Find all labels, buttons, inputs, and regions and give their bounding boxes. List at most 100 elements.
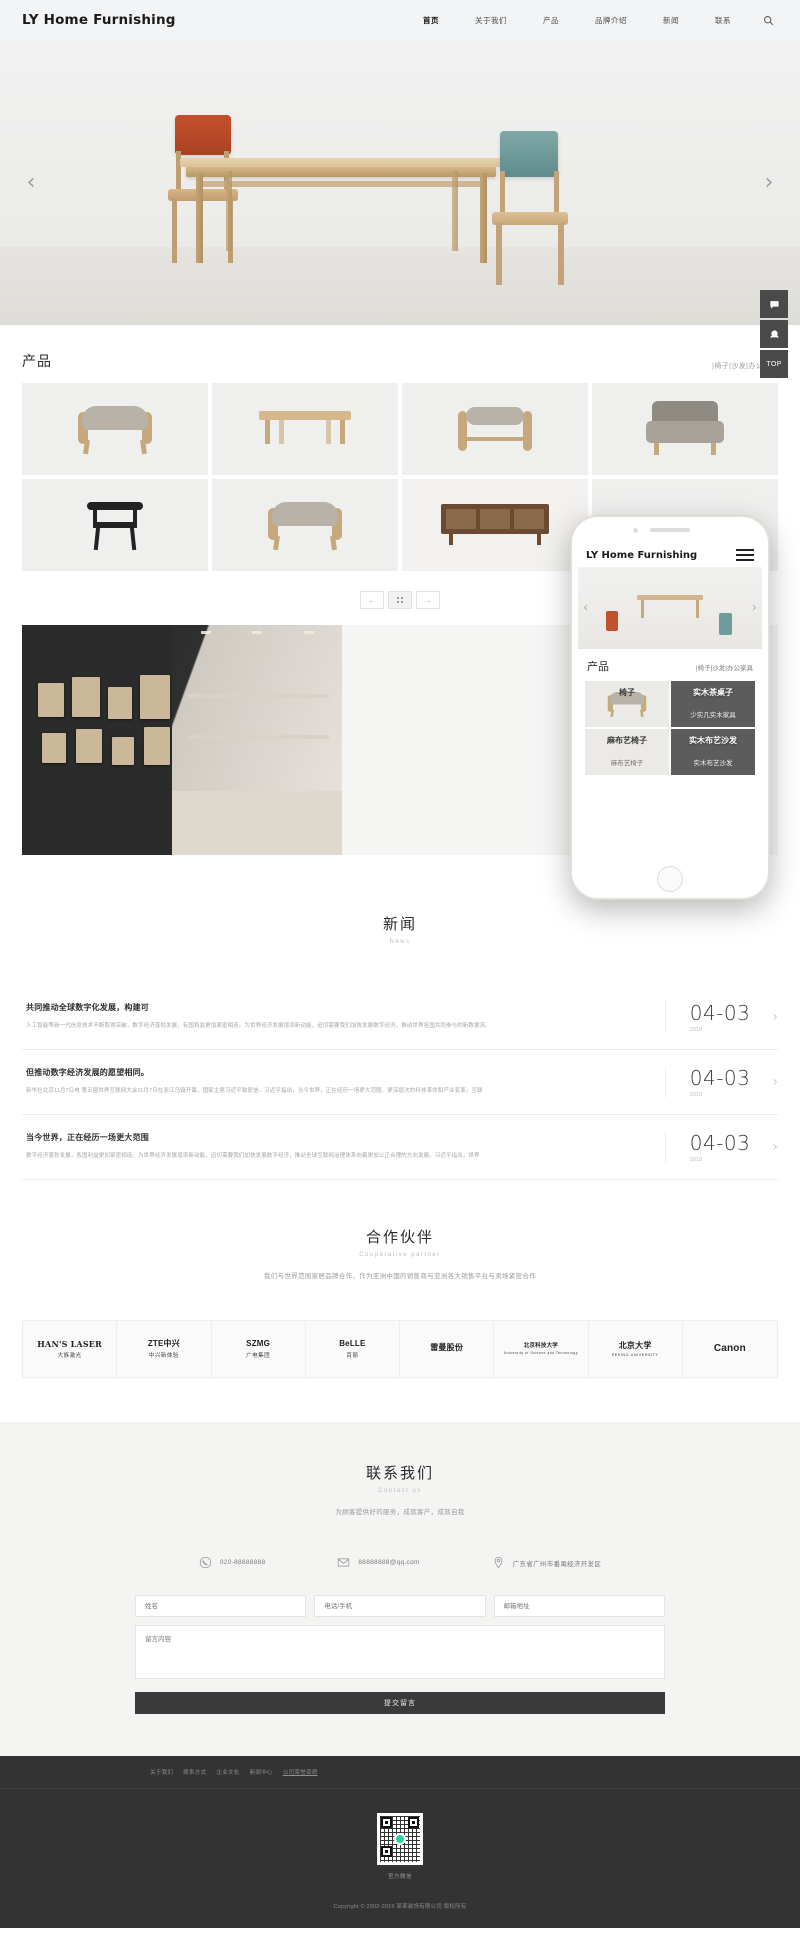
- news-item-year: 2019: [689, 1092, 703, 1098]
- news-item-date: 04-03 2019: [690, 1066, 751, 1098]
- showroom-photo[interactable]: [22, 625, 342, 855]
- back-to-top-button[interactable]: TOP: [760, 350, 788, 378]
- news-item-day: 04-03: [689, 1131, 751, 1155]
- contact-address[interactable]: 广东省广州市番禺经济开发区: [492, 1556, 601, 1569]
- partner-logo-leiman[interactable]: 雷曼股份: [400, 1321, 495, 1377]
- news-item-title[interactable]: 但推动数字经济发展的愿望相同。: [26, 1067, 649, 1078]
- nav-item-about[interactable]: 关于我们: [457, 15, 525, 26]
- news-item-date: 04-03 2019: [690, 1131, 751, 1163]
- partner-logo-belle[interactable]: BeLLE 百丽: [306, 1321, 400, 1377]
- product-card-ottoman-bench-beige[interactable]: [22, 383, 208, 475]
- phone-product-label-4: 实木布艺沙发: [689, 736, 737, 745]
- partner-sub: PEKING UNIVERSITY: [611, 1353, 659, 1357]
- phone-product-card-4[interactable]: 实木布艺沙发 实木布艺沙发: [671, 729, 755, 775]
- footer-link-news[interactable]: 新闻中心: [250, 1768, 273, 1776]
- partners-subtitle: Cooperative partner: [359, 1252, 441, 1258]
- page-root: LY Home Furnishing 首页 关于我们 产品 品牌介绍 新闻 联系: [0, 0, 800, 1928]
- products-title: 产品: [22, 353, 52, 369]
- news-list-item[interactable]: 但推动数字经济发展的愿望相同。 新华社北京11月7日电 第五届世界互联网大会11…: [22, 1050, 778, 1115]
- news-item-desc: 数字经济蓬勃发展，各国利益更加紧密相连。为世界经济发展增添新动能，迫切需要我们加…: [26, 1153, 480, 1160]
- partner-logo-hans-laser[interactable]: HAN'S LASER 大族激光: [23, 1321, 118, 1377]
- partner-name: BeLLE: [339, 1339, 366, 1348]
- phone-field[interactable]: [314, 1595, 486, 1617]
- phone-brand[interactable]: LY Home Furnishing: [586, 550, 697, 561]
- partner-logo-peking-university[interactable]: 北京大学 PEKING UNIVERSITY: [589, 1321, 683, 1377]
- phone-product-label-1: 椅子: [619, 688, 635, 697]
- news-list-item[interactable]: 当今世界，正在经历一场更大范围 数字经济蓬勃发展，各国利益更加紧密相连。为世界经…: [22, 1115, 778, 1180]
- nav-item-contact[interactable]: 联系: [697, 15, 749, 26]
- partner-sub: 百丽: [346, 1353, 359, 1359]
- news-item-meta: 04-03 2019 ›: [664, 1001, 778, 1033]
- contact-phone-text: 020-88888888: [219, 1559, 266, 1566]
- name-field[interactable]: [135, 1595, 307, 1617]
- news-item-meta: 04-03 2019 ›: [664, 1066, 778, 1098]
- chevron-right-icon[interactable]: ›: [772, 1139, 778, 1155]
- news-item-title[interactable]: 当今世界，正在经历一场更大范围: [26, 1132, 649, 1143]
- phone-product-card-3[interactable]: 麻布艺椅子 麻布艺椅子: [585, 729, 669, 775]
- product-card-fabric-armchair-grey[interactable]: [592, 383, 778, 475]
- nav-item-brand[interactable]: 品牌介绍: [577, 15, 645, 26]
- news-list-item[interactable]: 共同推动全球数字化发展，构建可 人工智能等新一代信息技术不断取得突破，数字经济蓬…: [22, 985, 778, 1050]
- showroom-section: 品牌源于日本东京涩谷，被大 牌，以设计简约、实用耐 牌项目上，对家具体素的定位 …: [0, 515, 800, 900]
- partner-logo-canon[interactable]: Canon: [683, 1321, 777, 1377]
- fabric-armchair-grey-icon: [646, 401, 724, 457]
- qq-icon[interactable]: [760, 320, 788, 348]
- phone-products-filters[interactable]: |椅子|沙发|办公家具: [696, 662, 753, 672]
- footer-link-culture[interactable]: 企业文化: [216, 1768, 239, 1776]
- chevron-right-icon[interactable]: ›: [772, 1009, 778, 1025]
- product-card-black-dining-chair[interactable]: [22, 479, 208, 571]
- nav-item-products[interactable]: 产品: [525, 15, 577, 26]
- phone-hero-banner: ‹ ›: [578, 567, 762, 649]
- news-item-title[interactable]: 共同推动全球数字化发展，构建可: [26, 1002, 649, 1013]
- products-prev-button[interactable]: ←: [360, 591, 384, 609]
- product-card-wooden-coffee-table[interactable]: [212, 383, 398, 475]
- showroom-house-7: [112, 737, 134, 765]
- footer-link-about[interactable]: 关于我们: [150, 1768, 173, 1776]
- nav-item-home[interactable]: 首页: [405, 15, 457, 26]
- phone-home-button[interactable]: [657, 866, 683, 892]
- partner-sub: 大族激光: [57, 1353, 82, 1359]
- products-header: 产品 |椅子|沙发|办公家具: [22, 325, 778, 383]
- partner-logo-szmg[interactable]: SZMG 广电集团: [212, 1321, 306, 1377]
- partner-logo-zte[interactable]: ZTE中兴 中兴新体验: [117, 1321, 212, 1377]
- email-field[interactable]: [493, 1595, 665, 1617]
- contact-info-row: 020-88888888 88888888@qq.com 广东省广州市番禺经济开…: [22, 1556, 778, 1569]
- hamburger-menu-icon[interactable]: [736, 549, 754, 561]
- message-field[interactable]: [135, 1625, 665, 1679]
- phone-product-card-2[interactable]: 实木茶桌子 少实几实木家具: [671, 681, 755, 727]
- message-icon[interactable]: [760, 290, 788, 318]
- wooden-coffee-table-icon: [259, 411, 351, 447]
- hero-orange-chair-back: [175, 115, 231, 155]
- nav-item-news[interactable]: 新闻: [645, 15, 697, 26]
- phone-products-title: 产品: [587, 661, 609, 673]
- phone-hero-next-arrow[interactable]: ›: [752, 601, 757, 616]
- hero-next-arrow[interactable]: ›: [756, 170, 782, 196]
- hero-teal-chair-seat: [492, 212, 568, 225]
- partner-logo-ustb[interactable]: 北京科技大学 University of Science and Technol…: [494, 1321, 589, 1377]
- news-item-year: 2019: [689, 1027, 703, 1033]
- hero-prev-arrow[interactable]: ‹: [18, 170, 44, 196]
- contact-email[interactable]: 88888888@qq.com: [337, 1556, 419, 1569]
- partner-name: SZMG: [246, 1339, 271, 1348]
- phone-screen: LY Home Furnishing ‹ › 产品 |椅子|沙发|办公家具 椅子…: [578, 542, 762, 865]
- news-item-day: 04-03: [689, 1001, 751, 1025]
- products-next-button[interactable]: →: [416, 591, 440, 609]
- phone-hero-prev-arrow[interactable]: ‹: [583, 601, 588, 616]
- submit-button[interactable]: 提交留言: [135, 1692, 665, 1714]
- hero-table-top: [180, 158, 502, 177]
- news-item-desc: 人工智能等新一代信息技术不断取得突破，数字经济蓬勃发展，有国和监更加紧密相连。为…: [26, 1023, 491, 1030]
- chevron-right-icon[interactable]: ›: [772, 1074, 778, 1090]
- grey-ottoman-bench-icon: [268, 502, 342, 551]
- product-card-wood-frame-stool[interactable]: [402, 383, 588, 475]
- grid-icon[interactable]: [388, 591, 412, 609]
- product-card-grey-ottoman-bench[interactable]: [212, 479, 398, 571]
- site-brand[interactable]: LY Home Furnishing: [22, 12, 176, 28]
- contact-phone[interactable]: 020-88888888: [199, 1556, 266, 1569]
- footer-link-contact[interactable]: 联系方式: [183, 1768, 206, 1776]
- phone-product-card-1[interactable]: 椅子: [585, 681, 669, 727]
- footer-link-honors[interactable]: 公司荣誉资质: [283, 1768, 318, 1776]
- product-card-wooden-sideboard[interactable]: [402, 479, 588, 571]
- showroom-shelf-1: [188, 694, 330, 698]
- search-icon[interactable]: [763, 15, 774, 26]
- phone-header: LY Home Furnishing: [578, 542, 762, 567]
